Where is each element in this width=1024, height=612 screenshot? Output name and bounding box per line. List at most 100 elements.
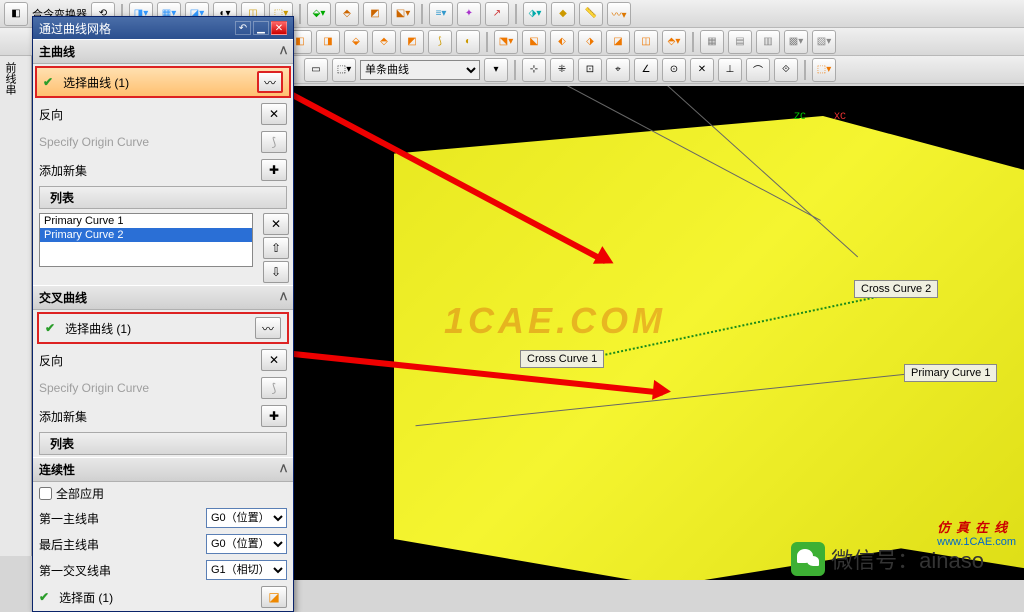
tool-orange-box-icon[interactable]: ⬙ bbox=[344, 30, 368, 54]
delete-icon[interactable]: ✕ bbox=[263, 213, 289, 235]
separator bbox=[515, 4, 517, 24]
separator bbox=[299, 4, 301, 24]
tool-curve-icon[interactable]: 〰▾ bbox=[607, 2, 631, 26]
tool-feature-icon[interactable]: ⬙▾ bbox=[307, 2, 331, 26]
watermark-text: 1CAE.COM bbox=[444, 300, 666, 342]
select-cross-curve-row[interactable]: ✔ 选择曲线 (1) 〰 bbox=[37, 312, 289, 344]
tool-orange-box-icon[interactable]: ⬘▾ bbox=[662, 30, 686, 54]
tool-orange-box-icon[interactable]: ⬔▾ bbox=[494, 30, 518, 54]
minimize-icon[interactable]: ▁ bbox=[253, 21, 269, 35]
tool-feature-icon[interactable]: ⬕▾ bbox=[391, 2, 415, 26]
curve-mode-select[interactable]: 单条曲线 bbox=[360, 60, 480, 80]
tool-snap-icon[interactable]: ⌒ bbox=[746, 58, 770, 82]
tool-generic[interactable]: ◧ bbox=[4, 2, 28, 26]
tool-dropdown-icon[interactable]: ▾ bbox=[484, 58, 508, 82]
first-cross-row: 第一交叉线串 G1（相切） bbox=[33, 557, 293, 583]
separator bbox=[486, 32, 488, 52]
tool-orange-box-icon[interactable]: ◩ bbox=[400, 30, 424, 54]
primary-curve-1-tag[interactable]: Primary Curve 1 bbox=[904, 364, 997, 382]
add-new-primary-row: 添加新集 ✚ bbox=[33, 156, 293, 184]
tool-mesh-icon[interactable]: ▩▾ bbox=[784, 30, 808, 54]
tool-mesh-icon[interactable]: ▧▾ bbox=[812, 30, 836, 54]
tool-snap-icon[interactable]: ⊡ bbox=[578, 58, 602, 82]
origin-cross-row: Specify Origin Curve ⟆ bbox=[33, 374, 293, 402]
cross-curve-2-tag[interactable]: Cross Curve 2 bbox=[854, 280, 938, 298]
section-cross[interactable]: 交叉曲线ᐱ bbox=[33, 285, 293, 310]
tool-sweep-icon[interactable]: ⟆ bbox=[428, 30, 452, 54]
add-icon[interactable]: ✚ bbox=[261, 405, 287, 427]
tool-measure-icon[interactable]: 📏 bbox=[579, 2, 603, 26]
reverse-icon[interactable]: ✕ bbox=[261, 103, 287, 125]
tool-mesh-icon[interactable]: ▤ bbox=[728, 30, 752, 54]
tool-mesh-icon[interactable]: ▦ bbox=[700, 30, 724, 54]
face-picker-icon[interactable]: ◪ bbox=[261, 586, 287, 608]
tool-snap-icon[interactable]: ⊥ bbox=[718, 58, 742, 82]
cross-curve-1-tag[interactable]: Cross Curve 1 bbox=[520, 350, 604, 368]
g1-select[interactable]: G1（相切） bbox=[206, 560, 287, 580]
site-stamp: 仿真在线 www.1CAE.com bbox=[937, 517, 1016, 548]
tool-select-icon[interactable]: ▭ bbox=[304, 58, 328, 82]
dialog-titlebar[interactable]: 通过曲线网格 ↶ ▁ ✕ bbox=[33, 17, 293, 39]
z-axis-label: ZC bbox=[794, 112, 806, 123]
tool-orange-box-icon[interactable]: ◫ bbox=[634, 30, 658, 54]
tool-feature-icon[interactable]: ⬘ bbox=[335, 2, 359, 26]
tool-sheet-icon[interactable]: ≡▾ bbox=[429, 2, 453, 26]
select-primary-curve-row[interactable]: ✔ 选择曲线 (1) 〰 bbox=[35, 66, 291, 98]
reverse-primary-row: 反向 ✕ bbox=[33, 100, 293, 128]
add-new-cross-row: 添加新集 ✚ bbox=[33, 402, 293, 430]
tool-snap-icon[interactable]: ✕ bbox=[690, 58, 714, 82]
tool-orange-box-icon[interactable]: ⬗ bbox=[578, 30, 602, 54]
check-icon: ✔ bbox=[43, 75, 53, 89]
tool-snap-icon[interactable]: ∠ bbox=[634, 58, 658, 82]
curve-picker-icon[interactable]: 〰 bbox=[257, 71, 283, 93]
x-axis-label: XC bbox=[834, 112, 846, 123]
reverse-icon[interactable]: ✕ bbox=[261, 349, 287, 371]
apply-all-checkbox[interactable] bbox=[39, 487, 52, 500]
select-face-row[interactable]: ✔ 选择面 (1) ◪ bbox=[33, 583, 293, 611]
apply-all-row[interactable]: 全部应用 bbox=[33, 482, 293, 505]
list-item[interactable]: Primary Curve 2 bbox=[40, 228, 252, 242]
section-continuity[interactable]: 连续性ᐱ bbox=[33, 457, 293, 482]
tool-axis-icon[interactable]: ✦ bbox=[457, 2, 481, 26]
left-tab-label[interactable]: 前线串 bbox=[0, 56, 20, 101]
tool-snap-icon[interactable]: ⌖ bbox=[606, 58, 630, 82]
check-icon: ✔ bbox=[39, 590, 49, 604]
tool-snap-icon[interactable]: ⊹ bbox=[522, 58, 546, 82]
wechat-icon bbox=[791, 542, 825, 576]
chevron-up-icon: ᐱ bbox=[280, 46, 287, 57]
add-icon[interactable]: ✚ bbox=[261, 159, 287, 181]
move-up-icon[interactable]: ⇧ bbox=[263, 237, 289, 259]
primary-curve-list[interactable]: Primary Curve 1 Primary Curve 2 bbox=[39, 213, 253, 267]
move-down-icon[interactable]: ⇩ bbox=[263, 261, 289, 283]
list-header[interactable]: 列表 bbox=[39, 186, 287, 209]
tool-snap-icon[interactable]: ⁜ bbox=[550, 58, 574, 82]
list-item[interactable]: Primary Curve 1 bbox=[40, 214, 252, 228]
list-header[interactable]: 列表 bbox=[39, 432, 287, 455]
tool-snap-icon[interactable]: ⊙ bbox=[662, 58, 686, 82]
chevron-up-icon: ᐱ bbox=[280, 292, 287, 303]
g0-select[interactable]: G0（位置） bbox=[206, 508, 287, 528]
undo-icon[interactable]: ↶ bbox=[235, 21, 251, 35]
through-curve-mesh-dialog: 通过曲线网格 ↶ ▁ ✕ 主曲线ᐱ ✔ 选择曲线 (1) 〰 反向 ✕ Spec… bbox=[32, 16, 294, 612]
tool-generic[interactable]: ◐ bbox=[456, 30, 480, 54]
curve-picker-icon[interactable]: 〰 bbox=[255, 317, 281, 339]
tool-snap-icon[interactable]: ⟐ bbox=[774, 58, 798, 82]
dialog-title: 通过曲线网格 bbox=[39, 20, 111, 37]
tool-select-icon[interactable]: ⬚▾ bbox=[332, 58, 356, 82]
tool-cube-icon[interactable]: ⬚▾ bbox=[812, 58, 836, 82]
tool-mesh-icon[interactable]: ▥ bbox=[756, 30, 780, 54]
tool-orange-box-icon[interactable]: ◨ bbox=[316, 30, 340, 54]
close-icon[interactable]: ✕ bbox=[271, 21, 287, 35]
tool-orange-box-icon[interactable]: ⬖ bbox=[550, 30, 574, 54]
tool-vector-icon[interactable]: ↗ bbox=[485, 2, 509, 26]
g0-select[interactable]: G0（位置） bbox=[206, 534, 287, 554]
tool-orange-box-icon[interactable]: ⬘ bbox=[372, 30, 396, 54]
tool-surface-icon[interactable]: ⬗▾ bbox=[523, 2, 547, 26]
tool-surface-icon[interactable]: ◆ bbox=[551, 2, 575, 26]
3d-viewport[interactable]: ZC XC Cross Curve 1 Cross Curve 2 Primar… bbox=[294, 86, 1024, 580]
tool-orange-box-icon[interactable]: ⬕ bbox=[522, 30, 546, 54]
section-primary[interactable]: 主曲线ᐱ bbox=[33, 39, 293, 64]
check-icon: ✔ bbox=[45, 321, 55, 335]
tool-orange-box-icon[interactable]: ◪ bbox=[606, 30, 630, 54]
tool-feature-icon[interactable]: ◩ bbox=[363, 2, 387, 26]
